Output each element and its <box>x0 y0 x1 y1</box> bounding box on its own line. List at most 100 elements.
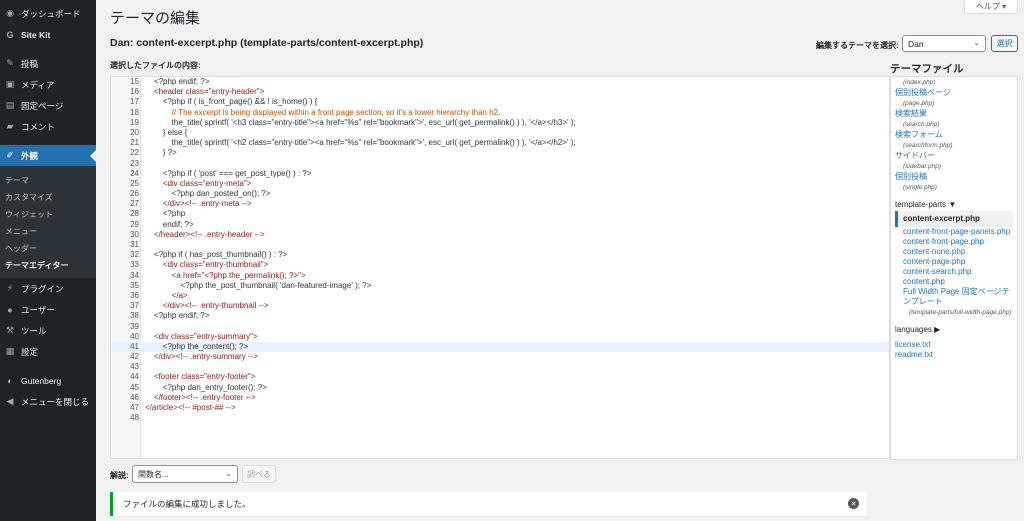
code-line[interactable]: 31 <box>111 240 889 250</box>
submenu-item-widgets[interactable]: ウィジェット <box>0 206 96 223</box>
code-line[interactable]: 38 <?php endif; ?> <box>111 311 889 321</box>
code-line[interactable]: 29 endif; ?> <box>111 220 889 230</box>
file-link[interactable]: content.php <box>895 277 1013 287</box>
line-number: 42 <box>130 352 139 362</box>
file-link[interactable]: content-none.php <box>895 247 1013 257</box>
code-text: <?php if ( has_post_thumbnail() ) : ?> <box>145 250 288 260</box>
theme-select[interactable]: Dan ⌄ <box>902 35 986 52</box>
code-line[interactable]: 46 </footer><!-- .entry-footer --> <box>111 393 889 403</box>
code-line[interactable]: 28 <?php <box>111 209 889 219</box>
code-text: <?php if ( 'post' === get_post_type() ) … <box>145 168 312 178</box>
file-link[interactable]: content-front-page-panels.php <box>895 227 1013 237</box>
code-line[interactable]: 44 <footer class="entry-footer"> <box>111 372 889 382</box>
file-link[interactable]: 個別投稿ページ <box>895 88 1013 98</box>
menu-item-media[interactable]: ▣ メディア <box>0 74 96 95</box>
file-link[interactable]: 個別投稿 <box>895 172 1013 182</box>
code-line[interactable]: 19 the_title( sprintf( '<h3 class="entry… <box>111 118 889 128</box>
help-button[interactable]: ヘルプ ▾ <box>964 0 1018 14</box>
menu-item-plugins[interactable]: ⚡ プラグイン <box>0 278 96 299</box>
theme-files-list[interactable]: (index.php) 個別投稿ページ (page.php) 検索結果 (search.… <box>890 76 1018 460</box>
file-link[interactable]: Full Width Page 固定ページテンプレート <box>895 287 1013 307</box>
code-line[interactable]: 20 } else { <box>111 128 889 138</box>
folder-toggle[interactable]: languages ▶ <box>895 324 1013 336</box>
code-line[interactable]: 16 <header class="entry-header"> <box>111 87 889 97</box>
code-editor[interactable]: 15 <?php endif; ?> 16 <header class="entr… <box>110 76 890 459</box>
menu-item-label: 設定 <box>21 346 39 357</box>
code-line[interactable]: 22 } ?> <box>111 148 889 158</box>
submenu-item-theme-editor[interactable]: テーマエディター <box>0 257 96 274</box>
file-path: (index.php) <box>903 79 936 86</box>
select-theme-button[interactable]: 選択 <box>991 35 1018 52</box>
code-line[interactable]: 41 <?php the_content(); ?> <box>111 341 889 353</box>
file-link[interactable]: license.txt <box>895 340 1013 350</box>
code-line[interactable]: 24 <?php if ( 'post' === get_post_type()… <box>111 169 889 179</box>
menu-item-label: 固定ページ <box>21 100 64 111</box>
code-line[interactable]: 18 // The excerpt is being displayed wit… <box>111 108 889 118</box>
code-line[interactable]: 42 </div><!-- .entry-summary --> <box>111 352 889 362</box>
code-line[interactable]: 34 <a href="<?php the_permalink(); ?>"> <box>111 271 889 281</box>
submenu-item-themes[interactable]: テーマ <box>0 172 96 189</box>
menu-item-label: Site Kit <box>21 29 51 40</box>
file-link[interactable]: 検索結果 <box>895 109 1013 119</box>
code-line[interactable]: 27 </div><!-- .entry-meta --> <box>111 199 889 209</box>
code-line[interactable]: 33 <div class="entry-thumbnail"> <box>111 260 889 270</box>
submenu-item-header[interactable]: ヘッダー <box>0 240 96 257</box>
code-line[interactable]: 43 <box>111 362 889 372</box>
menu-item-site-kit[interactable]: G Site Kit <box>0 24 96 45</box>
code-line[interactable]: 35 <?php the_post_thumbnail( 'dan-featur… <box>111 281 889 291</box>
lookup-button[interactable]: 調べる <box>242 465 276 483</box>
line-number: 43 <box>130 362 139 372</box>
file-path: (sidebar.php) <box>903 163 942 170</box>
line-number: 41 <box>130 341 139 351</box>
code-line[interactable]: 17 <?php if ( is_front_page() && ! is_ho… <box>111 97 889 107</box>
file-link[interactable]: サイドバー <box>895 151 1013 161</box>
theme-select-value: Dan <box>908 38 924 49</box>
line-number: 48 <box>130 413 139 423</box>
menu-item-settings[interactable]: ▦ 設定 <box>0 341 96 362</box>
pin-icon: ✎ <box>6 58 14 68</box>
code-text: <?php dan_posted_on(); ?> <box>145 189 271 199</box>
menu-item-label: メディア <box>21 79 55 90</box>
code-line[interactable]: 25 <div class="entry-meta"> <box>111 179 889 189</box>
function-name-select[interactable]: 関数名... ⌄ <box>132 465 238 483</box>
menu-item-users[interactable]: ● ユーザー <box>0 299 96 320</box>
file-path: (single.php) <box>903 184 937 191</box>
code-line[interactable]: 48 <box>111 413 889 423</box>
file-link[interactable]: content-page.php <box>895 257 1013 267</box>
menu-item-pages[interactable]: ▤ 固定ページ <box>0 95 96 116</box>
code-line[interactable]: 39 <box>111 322 889 332</box>
code-line[interactable]: 15 <?php endif; ?> <box>111 77 889 87</box>
file-link[interactable]: 検索フォーム <box>895 130 1013 140</box>
menu-item-label: ツール <box>21 325 47 336</box>
menu-item-dashboard[interactable]: ◉ ダッシュボード <box>0 3 96 24</box>
code-line[interactable]: 30 </header><!-- .entry-header --> <box>111 230 889 240</box>
code-line[interactable]: 23 <box>111 159 889 169</box>
code-line[interactable]: 45 <?php dan_entry_footer(); ?> <box>111 383 889 393</box>
menu-item-collapse[interactable]: ◀ メニューを閉じる <box>0 391 96 412</box>
code-line[interactable]: 40 <div class="entry-summary"> <box>111 332 889 342</box>
code-line[interactable]: 37 </div><!-- .entry-thumbnail --> <box>111 301 889 311</box>
menu-item-tools[interactable]: ⚒ ツール <box>0 320 96 341</box>
code-text: <?php endif; ?> <box>145 311 210 321</box>
line-number: 24 <box>130 168 139 178</box>
menu-item-appearance[interactable]: ✐ 外観 <box>0 145 96 166</box>
code-text: } ?> <box>145 148 177 158</box>
menu-item-posts[interactable]: ✎ 投稿 <box>0 53 96 74</box>
file-link-current[interactable]: content-excerpt.php <box>895 211 1013 227</box>
function-name-placeholder: 関数名... <box>138 469 169 479</box>
close-icon[interactable]: ✕ <box>848 498 859 509</box>
submenu-item-customize[interactable]: カスタマイズ <box>0 189 96 206</box>
menu-item-comments[interactable]: ▰ コメント <box>0 116 96 137</box>
menu-item-gutenberg[interactable]: ◐ Gutenberg <box>0 370 96 391</box>
folder-toggle[interactable]: template-parts ▼ <box>895 199 1013 211</box>
code-line[interactable]: 26 <?php dan_posted_on(); ?> <box>111 189 889 199</box>
code-line[interactable]: 47 </article><!-- #post-## --> <box>111 403 889 413</box>
code-line[interactable]: 21 the_title( sprintf( '<h2 class="entry… <box>111 138 889 148</box>
file-link[interactable]: readme.txt <box>895 350 1013 360</box>
file-link[interactable]: content-front-page.php <box>895 237 1013 247</box>
submenu-item-menus[interactable]: メニュー <box>0 223 96 240</box>
code-line[interactable]: 32 <?php if ( has_post_thumbnail() ) : ?… <box>111 250 889 260</box>
file-link[interactable]: content-search.php <box>895 267 1013 277</box>
line-number: 15 <box>130 77 139 86</box>
code-line[interactable]: 36 </a> <box>111 291 889 301</box>
